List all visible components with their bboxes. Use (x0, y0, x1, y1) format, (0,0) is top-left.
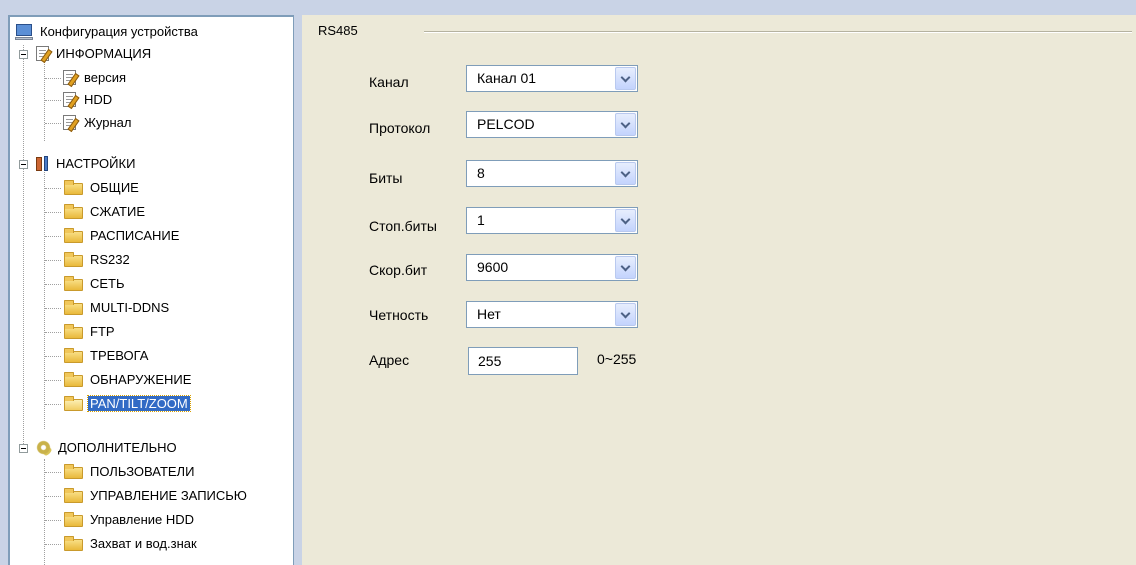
protocol-value: PELCOD (477, 116, 535, 132)
tree-node-label: ИНФОРМАЦИЯ (56, 46, 152, 61)
chevron-down-icon[interactable] (615, 162, 636, 185)
folder-icon (64, 348, 83, 363)
tree-item-hdd-management[interactable]: Управление HDD (10, 509, 293, 531)
gears-icon (35, 439, 52, 456)
tree-item-users[interactable]: ПОЛЬЗОВАТЕЛИ (10, 461, 293, 483)
doc-icon (63, 115, 76, 130)
tree-item-label: ТРЕВОГА (90, 348, 149, 363)
channel-label: Канал (369, 74, 409, 90)
tree-item-multi-ddns[interactable]: MULTI-DDNS (10, 297, 293, 319)
address-label: Адрес (369, 352, 410, 368)
tree-item-record-control[interactable]: УПРАВЛЕНИЕ ЗАПИСЬЮ (10, 485, 293, 507)
folder-icon (64, 464, 83, 479)
tree-item-label: PAN/TILT/ZOOM (87, 395, 191, 412)
info-doc-icon (36, 46, 49, 61)
tree-item-label: СЕТЬ (90, 276, 125, 291)
bits-label: Биты (369, 170, 403, 186)
tree-item-capture-watermark[interactable]: Захват и вод.знак (10, 533, 293, 555)
collapse-icon[interactable] (19, 50, 28, 59)
baud-rate-label: Скор.бит (369, 262, 428, 278)
channel-value: Канал 01 (477, 70, 537, 86)
rs485-settings-panel: RS485 Канал Канал 01 Протокол PELCOD Бит… (302, 15, 1136, 565)
folder-icon (64, 324, 83, 339)
tree-item-compression[interactable]: СЖАТИЕ (10, 201, 293, 223)
tree-item-label: Журнал (84, 115, 132, 130)
computer-icon (15, 24, 33, 40)
device-config-tree[interactable]: Конфигурация устройства ИНФОРМАЦИЯ верси… (8, 15, 294, 565)
folder-icon (64, 488, 83, 503)
tree-item-label: ОБНАРУЖЕНИЕ (90, 372, 192, 387)
group-divider (424, 31, 1132, 33)
tree-item-label: ПОЛЬЗОВАТЕЛИ (90, 464, 195, 479)
folder-icon (64, 204, 83, 219)
bits-value: 8 (477, 165, 485, 181)
doc-icon (63, 92, 76, 107)
tree-item-label: ОБЩИЕ (90, 180, 139, 195)
channel-select[interactable]: Канал 01 (466, 65, 638, 92)
folder-icon (64, 252, 83, 267)
folder-icon (64, 228, 83, 243)
tree-root[interactable]: Конфигурация устройства (10, 21, 293, 43)
tree-item-log[interactable]: Журнал (10, 112, 293, 134)
folder-icon (64, 180, 83, 195)
baud-rate-select[interactable]: 9600 (466, 254, 638, 281)
tree-root-label: Конфигурация устройства (40, 24, 198, 39)
tree-item-label: Захват и вод.знак (90, 536, 197, 551)
doc-icon (63, 70, 76, 85)
tree-item-rs232[interactable]: RS232 (10, 249, 293, 271)
tree-item-ptz[interactable]: PAN/TILT/ZOOM (10, 393, 293, 415)
folder-icon (64, 512, 83, 527)
tree-item-label: СЖАТИЕ (90, 204, 146, 219)
tree-node-info[interactable]: ИНФОРМАЦИЯ (10, 43, 293, 65)
tree-item-hdd[interactable]: HDD (10, 89, 293, 111)
tree-item-label: РАСПИСАНИЕ (90, 228, 180, 243)
tree-item-version[interactable]: версия (10, 67, 293, 89)
chevron-down-icon[interactable] (615, 67, 636, 90)
bits-select[interactable]: 8 (466, 160, 638, 187)
collapse-icon[interactable] (19, 160, 28, 169)
chevron-down-icon[interactable] (615, 256, 636, 279)
chevron-down-icon[interactable] (615, 303, 636, 326)
tree-item-general[interactable]: ОБЩИЕ (10, 177, 293, 199)
parity-value: Нет (477, 306, 501, 322)
protocol-label: Протокол (369, 120, 431, 136)
tree-item-label: FTP (90, 324, 115, 339)
tree-item-label: RS232 (90, 252, 130, 267)
protocol-select[interactable]: PELCOD (466, 111, 638, 138)
parity-label: Четность (369, 307, 429, 323)
group-title: RS485 (318, 23, 358, 38)
tree-item-ftp[interactable]: FTP (10, 321, 293, 343)
tree-node-advanced[interactable]: ДОПОЛНИТЕЛЬНО (10, 437, 293, 459)
tree-item-label: Управление HDD (90, 512, 195, 527)
tools-icon (35, 155, 52, 172)
tree-item-label: HDD (84, 92, 113, 107)
parity-select[interactable]: Нет (466, 301, 638, 328)
open-folder-icon (64, 396, 83, 411)
tree-item-label: MULTI-DDNS (90, 300, 170, 315)
tree-item-detection[interactable]: ОБНАРУЖЕНИЕ (10, 369, 293, 391)
chevron-down-icon[interactable] (615, 113, 636, 136)
tree-node-settings[interactable]: НАСТРОЙКИ (10, 153, 293, 175)
tree-item-label: версия (84, 70, 127, 85)
tree-item-schedule[interactable]: РАСПИСАНИЕ (10, 225, 293, 247)
address-range-hint: 0~255 (597, 351, 637, 367)
folder-icon (64, 536, 83, 551)
folder-icon (64, 276, 83, 291)
address-input[interactable] (468, 347, 578, 375)
folder-icon (64, 300, 83, 315)
tree-item-label: УПРАВЛЕНИЕ ЗАПИСЬЮ (90, 488, 247, 503)
folder-icon (64, 372, 83, 387)
tree-item-alarm[interactable]: ТРЕВОГА (10, 345, 293, 367)
baud-rate-value: 9600 (477, 259, 509, 275)
stop-bits-value: 1 (477, 212, 485, 228)
collapse-icon[interactable] (19, 444, 28, 453)
chevron-down-icon[interactable] (615, 209, 636, 232)
tree-node-label: ДОПОЛНИТЕЛЬНО (58, 440, 177, 455)
stop-bits-select[interactable]: 1 (466, 207, 638, 234)
tree-node-label: НАСТРОЙКИ (56, 156, 136, 171)
tree-item-network[interactable]: СЕТЬ (10, 273, 293, 295)
stop-bits-label: Стоп.биты (369, 218, 437, 234)
